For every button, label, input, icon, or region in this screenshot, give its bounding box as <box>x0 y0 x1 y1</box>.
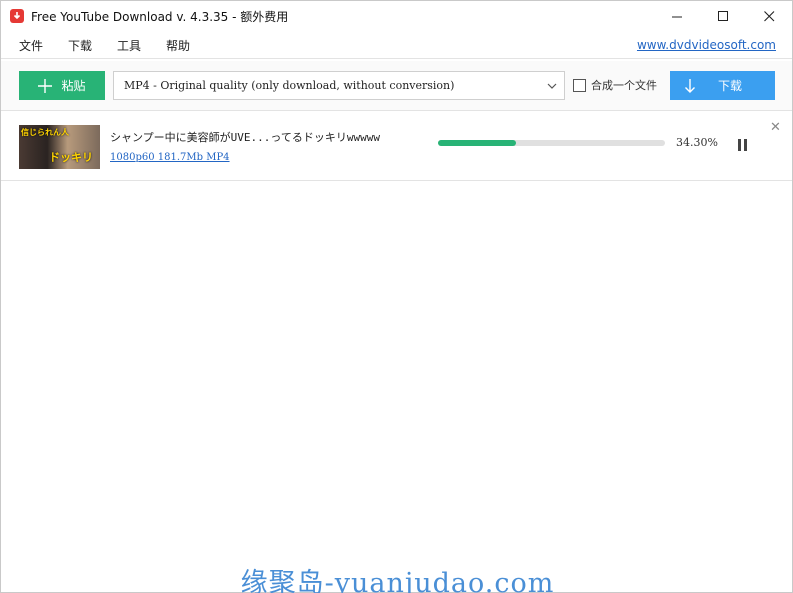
menu-help[interactable]: 帮助 <box>166 37 190 54</box>
paste-label: 粘贴 <box>61 79 86 93</box>
video-title: シャンプー中に美容師がUVE...ってるドッキリwwwww <box>110 131 380 144</box>
download-button[interactable]: 下载 <box>670 71 775 100</box>
arrow-down-icon <box>685 78 695 93</box>
format-value: MP4 - Original quality (only download, w… <box>124 79 455 92</box>
paste-button[interactable]: 粘贴 <box>19 71 105 100</box>
video-format-link[interactable]: 1080p60 181.7Mb MP4 <box>110 152 230 163</box>
thumbnail-caption-bottom: ドッキリ <box>49 151 93 164</box>
website-link[interactable]: www.dvdvideosoft.com <box>637 38 776 52</box>
download-app-icon <box>10 9 24 23</box>
format-select[interactable]: MP4 - Original quality (only download, w… <box>113 71 565 100</box>
download-item: 信じられん人 ドッキリ シャンプー中に美容師がUVE...ってるドッキリwwww… <box>1 112 792 181</box>
progress-bar <box>438 140 665 146</box>
download-label: 下载 <box>718 79 743 93</box>
toolbar: 粘贴 MP4 - Original quality (only download… <box>1 61 792 111</box>
menu-download[interactable]: 下载 <box>68 37 92 54</box>
minimize-icon[interactable] <box>654 1 700 31</box>
menu-file[interactable]: 文件 <box>19 37 43 54</box>
remove-icon[interactable]: ✕ <box>770 120 781 135</box>
merge-checkbox[interactable] <box>573 78 586 92</box>
thumbnail-caption-top: 信じられん人 <box>21 128 69 137</box>
watermark: 缘聚岛-yuanjudao.com <box>240 568 555 593</box>
plus-icon <box>38 78 53 93</box>
merge-label: 合成一个文件 <box>591 79 657 92</box>
close-icon[interactable] <box>746 1 792 31</box>
app-window: Free YouTube Download v. 4.3.35 - 额外费用 文… <box>0 0 793 593</box>
video-thumbnail: 信じられん人 ドッキリ <box>19 125 100 169</box>
progress-fill <box>438 140 516 146</box>
window-controls <box>654 1 792 31</box>
pause-icon[interactable] <box>738 139 750 152</box>
title-bar: Free YouTube Download v. 4.3.35 - 额外费用 <box>1 1 792 31</box>
menu-bar: 文件 下载 工具 帮助 www.dvdvideosoft.com <box>1 33 792 59</box>
maximize-icon[interactable] <box>700 1 746 31</box>
window-title: Free YouTube Download v. 4.3.35 - 额外费用 <box>31 9 289 24</box>
chevron-down-icon <box>547 83 557 89</box>
menu-tools[interactable]: 工具 <box>117 37 141 54</box>
progress-percent: 34.30% <box>676 136 718 149</box>
merge-option[interactable]: 合成一个文件 <box>573 77 657 93</box>
